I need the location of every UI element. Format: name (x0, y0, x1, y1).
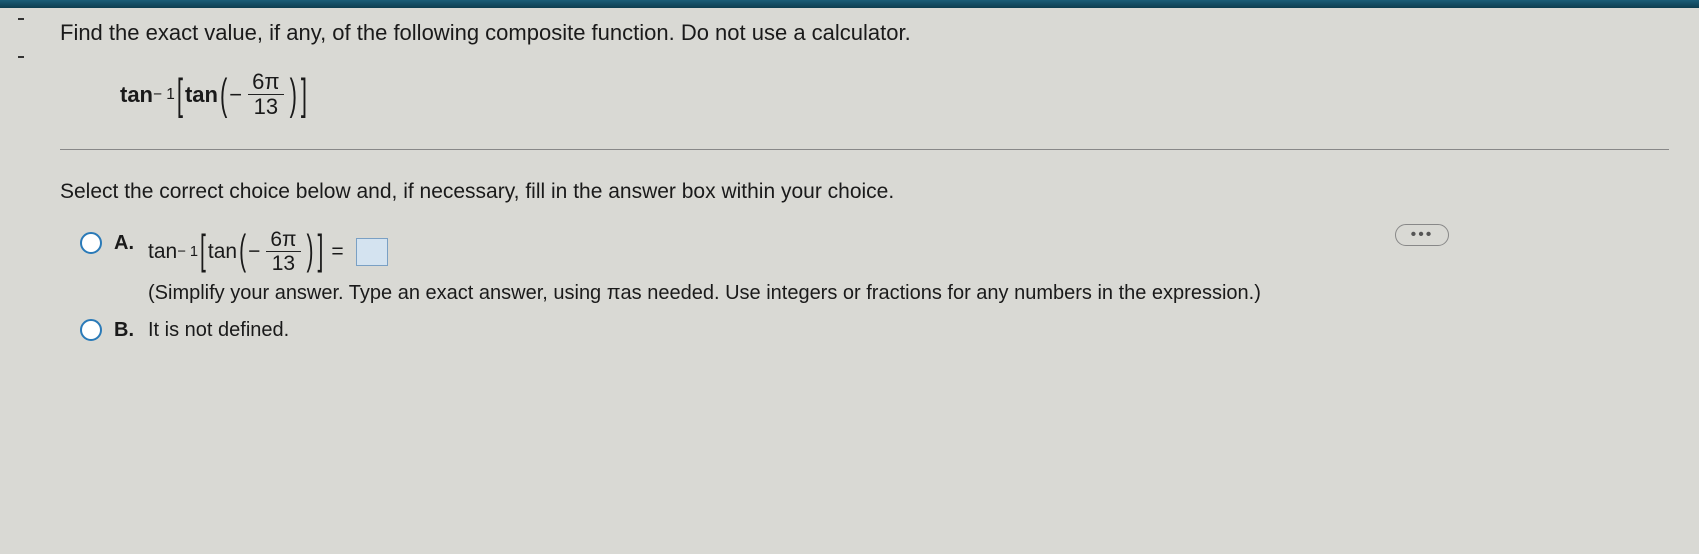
right-paren-a: ) (307, 228, 314, 276)
question-prompt: Find the exact value, if any, of the fol… (60, 20, 1669, 46)
equals-a: = (331, 240, 343, 264)
choice-a-hint: (Simplify your answer. Type an exact ans… (148, 282, 1261, 305)
right-bracket: ] (301, 69, 307, 121)
fraction: 6π 13 (248, 70, 283, 119)
denominator: 13 (250, 95, 282, 119)
radio-a[interactable] (80, 232, 102, 254)
section-divider (60, 149, 1669, 150)
fraction-a: 6π 13 (266, 228, 300, 275)
left-margin-mark (18, 18, 24, 58)
right-bracket-a: ] (318, 228, 324, 276)
choice-a-label: A. (114, 232, 138, 255)
choice-b-text: It is not defined. (148, 319, 289, 342)
question-expression: tan − 1 [ tan ( − 6π 13 ) ] (120, 70, 1669, 119)
choice-instructions: Select the correct choice below and, if … (60, 180, 1669, 204)
choice-b: B. It is not defined. (80, 315, 1669, 342)
window-top-bar (0, 0, 1699, 8)
outer-exp: − 1 (153, 86, 175, 104)
choice-a-expression: tan − 1 [ tan ( − 6π 13 ) ] = (148, 228, 1261, 275)
ellipsis-icon: ••• (1411, 226, 1434, 244)
inner-fn-a: tan (208, 240, 237, 264)
outer-fn: tan (120, 82, 153, 108)
more-options-button[interactable]: ••• (1395, 224, 1449, 246)
left-paren-a: ( (239, 228, 246, 276)
left-bracket-a: [ (200, 228, 206, 276)
left-paren: ( (220, 69, 227, 121)
neg-sign: − (229, 82, 242, 108)
inner-fn: tan (185, 82, 218, 108)
numerator-a: 6π (266, 228, 300, 252)
right-paren: ) (290, 69, 297, 121)
outer-exp-a: − 1 (177, 244, 198, 260)
radio-b[interactable] (80, 319, 102, 341)
denominator-a: 13 (268, 252, 299, 275)
neg-sign-a: − (248, 240, 260, 264)
numerator: 6π (248, 70, 283, 95)
choice-b-label: B. (114, 319, 138, 342)
left-bracket: [ (177, 69, 183, 121)
outer-fn-a: tan (148, 240, 177, 264)
answer-input[interactable] (356, 238, 388, 266)
